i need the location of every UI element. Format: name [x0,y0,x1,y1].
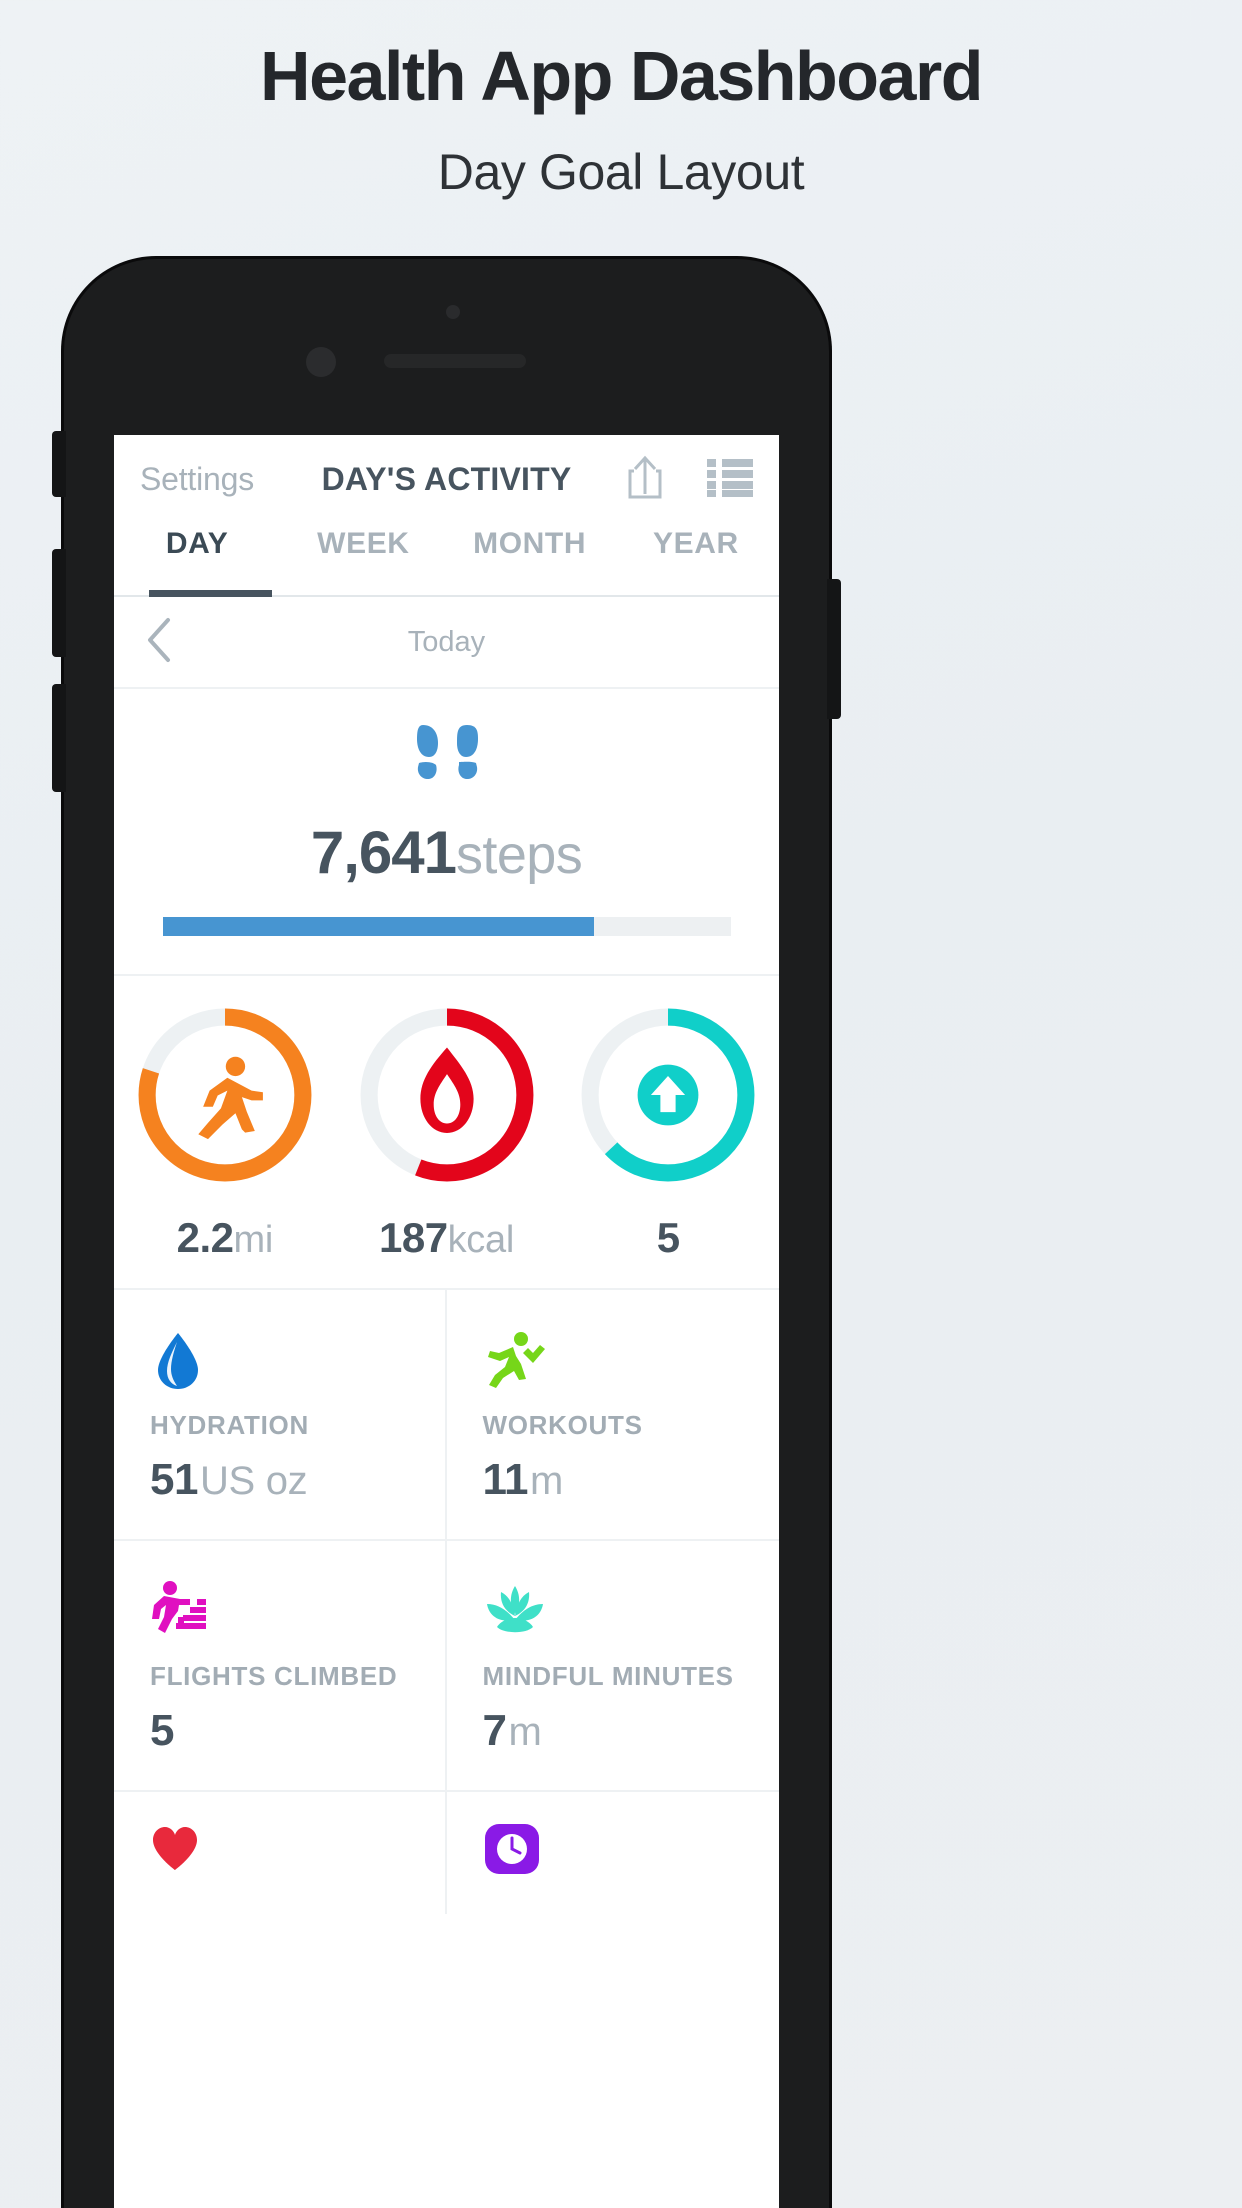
running-person-icon [198,1056,263,1140]
flights-climbed-label: FLIGHTS CLIMBED [150,1661,398,1691]
flame-icon [419,1047,474,1133]
water-drop-icon [150,1330,409,1392]
hydration-value: 51 [150,1455,198,1504]
flights-climbed-value: 5 [150,1706,174,1755]
steps-value: 7,641 [310,819,457,886]
period-tabs: DAY WEEK MONTH YEAR [114,523,779,597]
distance-unit: mi [233,1219,274,1261]
workouts-label: WORKOUTS [482,1410,643,1440]
phone-sensor-dot [446,305,460,319]
chevron-left-icon[interactable] [144,616,174,669]
phone-power-button[interactable] [827,579,841,719]
metric-sleep[interactable] [447,1792,780,1914]
page-subtitle: Day Goal Layout [437,143,805,200]
lotus-icon [483,1581,744,1643]
phone-earpiece-speaker [384,354,526,368]
phone-frame: Settings DAY'S ACTIVITY DAY WEEK MONTH Y… [52,259,841,2208]
date-navigation-bar: Today [114,597,779,689]
mindful-minutes-value: 7 [482,1706,507,1755]
mindful-minutes-unit: m [508,1710,542,1754]
phone-front-camera [306,347,336,377]
metric-workouts[interactable]: WORKOUTS 11 m [446,1290,779,1541]
stand-hours-label: 5 [657,1214,680,1262]
workout-runner-icon [483,1330,744,1392]
sleep-icon [483,1818,744,1880]
metric-flights-climbed[interactable]: FLIGHTS CLIMBED 5 [114,1541,447,1792]
share-icon[interactable] [625,454,665,505]
heart-icon [150,1818,409,1880]
page-title: Health App Dashboard [260,37,983,115]
arrow-up-circle-icon [637,1064,699,1126]
steps-progress-fill [162,917,595,936]
tab-year[interactable]: YEAR [613,523,779,595]
footprints-icon [114,715,779,804]
workouts-unit: m [530,1459,564,1503]
calories-ring-gauge [360,1008,533,1182]
phone-mockup: Settings DAY'S ACTIVITY DAY WEEK MONTH Y… [52,259,841,2208]
metric-heart-rate[interactable] [114,1792,447,1914]
active-tab-indicator [149,590,272,597]
steps-progress-track [162,917,731,936]
ring-distance[interactable]: 2.2 mi [114,1000,336,1262]
calories-label: 187 kcal [379,1214,514,1262]
mindful-minutes-value-row: 7 m [483,1706,744,1756]
current-date-label: Today [407,625,486,658]
stand-hours-value: 5 [656,1214,680,1261]
hydration-label: HYDRATION [150,1410,309,1440]
tab-week[interactable]: WEEK [280,523,446,595]
tab-month[interactable]: MONTH [447,523,613,595]
workouts-value-row: 11 m [483,1455,744,1505]
distance-label: 2.2 mi [176,1214,274,1262]
workouts-value: 11 [482,1455,529,1504]
app-screen: Settings DAY'S ACTIVITY DAY WEEK MONTH Y… [114,435,779,2208]
steps-unit: steps [456,825,583,885]
activity-rings: 2.2 mi 187 kcal 5 [114,976,779,1290]
stand-hours-ring-gauge [581,1008,755,1182]
calories-value: 187 [379,1214,448,1261]
distance-ring-gauge [138,1008,312,1182]
hydration-unit: US oz [199,1459,308,1503]
navbar-actions [625,454,753,505]
hydration-value-row: 51 US oz [150,1455,409,1505]
metric-mindful-minutes[interactable]: MINDFUL MINUTES 7 m [446,1541,779,1792]
phone-volume-up-button[interactable] [52,549,66,657]
metric-hydration[interactable]: HYDRATION 51 US oz [114,1290,447,1541]
steps-value-row: 7,641 steps [114,818,779,887]
flights-climbed-value-row: 5 [150,1706,409,1756]
calories-unit: kcal [447,1219,515,1261]
stairs-climber-icon [150,1581,409,1643]
ring-stand-hours[interactable]: 5 [557,1000,779,1262]
phone-silent-switch[interactable] [52,431,66,497]
tab-day[interactable]: DAY [114,523,280,595]
distance-value: 2.2 [176,1214,234,1261]
app-navbar: Settings DAY'S ACTIVITY [114,435,779,523]
settings-button[interactable]: Settings [140,461,254,498]
ring-calories[interactable]: 187 kcal [336,1000,558,1262]
phone-volume-down-button[interactable] [52,684,66,792]
steps-summary[interactable]: 7,641 steps [114,689,779,976]
mindful-minutes-label: MINDFUL MINUTES [482,1661,734,1691]
list-icon[interactable] [707,457,753,502]
page-header: Health App Dashboard Day Goal Layout [0,0,1242,201]
metrics-grid: HYDRATION 51 US oz WORKOUTS 11 m FLIGHTS… [114,1290,779,1914]
